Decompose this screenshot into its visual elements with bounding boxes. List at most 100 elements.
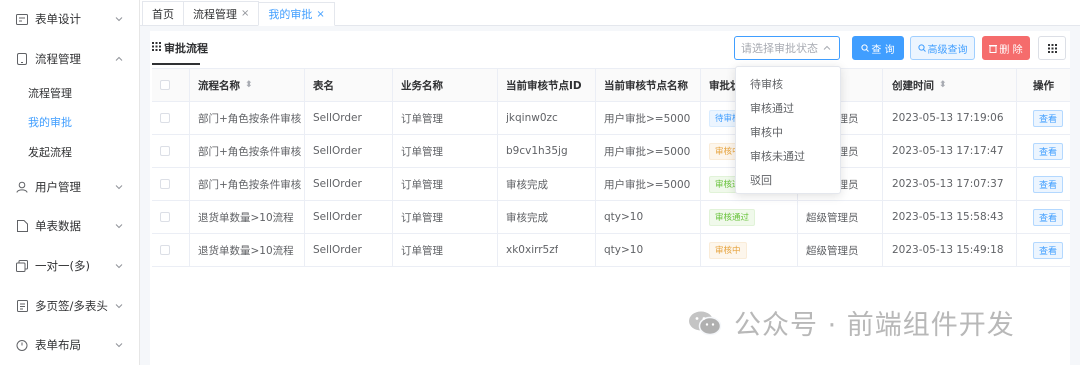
- status-select-placeholder: 请选择审批状态: [741, 42, 818, 55]
- view-button[interactable]: 查看: [1033, 208, 1063, 226]
- dropdown-option-passed[interactable]: 审核通过: [736, 96, 840, 120]
- sidebar-item-process[interactable]: 流程管理: [0, 45, 140, 73]
- cell-node-name: 用户审批>=5000: [604, 112, 691, 125]
- chevron-down-icon: [115, 304, 123, 309]
- tab-bar: 首页 流程管理 × 我的审批 ×: [140, 0, 1080, 26]
- header-label: 流程名称: [198, 79, 240, 92]
- sort-icon[interactable]: ⬍: [245, 80, 253, 90]
- sidebar-item-form-layout[interactable]: 表单布局: [0, 331, 140, 359]
- chevron-down-icon: [115, 17, 123, 22]
- watermark: 公众号 · 前端组件开发: [688, 303, 1015, 342]
- cell-table: SellOrder: [313, 244, 362, 256]
- chevron-up-icon: [115, 56, 123, 61]
- advanced-query-button[interactable]: 高级查询: [910, 36, 975, 60]
- tab-label: 我的审批: [268, 8, 313, 21]
- header-biz-name: 业务名称: [401, 79, 443, 92]
- sidebar-subitem-my-approval[interactable]: 我的审批: [0, 110, 140, 134]
- page-title-text: 审批流程: [164, 42, 208, 55]
- tab-home[interactable]: 首页: [142, 1, 184, 25]
- status-cell: 审核通过: [709, 201, 756, 233]
- search-icon: [861, 44, 870, 52]
- sidebar-item-label: 多页签/多表头: [35, 299, 108, 313]
- sidebar-subitem-start-process[interactable]: 发起流程: [0, 140, 140, 164]
- sidebar-item-multi-tab[interactable]: 多页签/多表头: [0, 292, 140, 320]
- status-cell: 审核中: [709, 234, 747, 266]
- header-label: 创建时间: [892, 79, 934, 92]
- phone-icon: [15, 52, 29, 66]
- header-node-name: 当前审核节点名称: [604, 79, 688, 92]
- status-select[interactable]: 请选择审批状态: [734, 36, 840, 60]
- row-checkbox[interactable]: [160, 168, 170, 200]
- action-cell: 查看: [1033, 168, 1063, 200]
- cell-name: 部门+角色按条件审核: [198, 178, 302, 191]
- close-icon[interactable]: ×: [241, 8, 249, 19]
- sidebar-item-single-table[interactable]: 单表数据: [0, 212, 140, 240]
- sort-icon[interactable]: ⬍: [939, 80, 947, 90]
- search-icon: [917, 44, 926, 52]
- cell-node-name: 用户审批>=5000: [604, 145, 691, 158]
- cell-node-id: xk0xirr5zf: [506, 244, 559, 256]
- tab-label: 首页: [152, 7, 174, 21]
- header-actions: 操作: [1033, 79, 1054, 92]
- cell-biz: 订单管理: [401, 112, 443, 125]
- dropdown-option-pending[interactable]: 待审核: [736, 72, 840, 96]
- delete-button[interactable]: 删 除: [982, 36, 1030, 60]
- view-button[interactable]: 查看: [1033, 109, 1063, 127]
- cell-creator: 超级管理员: [806, 211, 859, 224]
- table-row: 退货单数量>10流程 SellOrder 订单管理 xk0xirr5zf qty>10 审…: [152, 234, 1070, 267]
- table-header-row: 流程名称 ⬍ 表名 业务名称 当前审核节点ID 当前审核节点名称 审批状态 创建时…: [152, 69, 1070, 102]
- advanced-query-label: 高级查询: [927, 44, 968, 56]
- row-checkbox[interactable]: [160, 135, 170, 167]
- cell-name: 退货单数量>10流程: [198, 211, 294, 224]
- dropdown-option-returned[interactable]: 驳回: [736, 168, 840, 192]
- sidebar-item-label: 表单布局: [35, 338, 81, 352]
- sidebar: 表单设计 流程管理 流程管理 我的审批 发起流程 用户管理 单表数据 一对一(多…: [0, 0, 140, 365]
- view-button[interactable]: 查看: [1033, 241, 1063, 259]
- sidebar-item-one-to-many[interactable]: 一对一(多): [0, 252, 140, 280]
- close-icon[interactable]: ×: [316, 9, 324, 20]
- header-created-time[interactable]: 创建时间 ⬍: [892, 69, 947, 101]
- cell-created: 2023-05-13 15:58:43: [892, 211, 1004, 223]
- status-badge: 审核中: [709, 241, 747, 259]
- trash-icon: [989, 44, 998, 53]
- cell-name: 退货单数量>10流程: [198, 244, 294, 257]
- tab-label: 流程管理: [193, 7, 237, 21]
- grid-icon: [1047, 43, 1057, 53]
- status-dropdown: 待审核 审核通过 审核中 审核未通过 驳回: [735, 66, 841, 194]
- sidebar-item-users[interactable]: 用户管理: [0, 173, 140, 201]
- tab-my-approval[interactable]: 我的审批 ×: [258, 2, 335, 26]
- column-settings-button[interactable]: [1038, 36, 1066, 60]
- cell-table: SellOrder: [313, 145, 362, 157]
- query-button[interactable]: 查 询: [852, 36, 904, 60]
- table-row: 部门+角色按条件审核 SellOrder 订单管理 审核完成 用户审批>=5000 审核通…: [152, 168, 1070, 201]
- select-all-checkbox[interactable]: [160, 69, 170, 101]
- status-badge: 审核通过: [709, 208, 756, 226]
- tab-process-manage[interactable]: 流程管理 ×: [183, 1, 260, 25]
- cell-name: 部门+角色按条件审核: [198, 145, 302, 158]
- sidebar-item-form-design[interactable]: 表单设计: [0, 5, 140, 33]
- list-icon: [15, 299, 29, 313]
- cell-table: SellOrder: [313, 112, 362, 124]
- wechat-icon: [689, 311, 722, 335]
- header-process-name[interactable]: 流程名称 ⬍: [198, 69, 253, 101]
- chevron-down-icon: [115, 343, 123, 348]
- query-button-label: 查 询: [871, 44, 895, 56]
- app-root: 表单设计 流程管理 流程管理 我的审批 发起流程 用户管理 单表数据 一对一(多…: [0, 0, 1080, 365]
- sidebar-item-label: 单表数据: [35, 219, 81, 233]
- dropdown-option-rejected[interactable]: 审核未通过: [736, 144, 840, 168]
- cell-table: SellOrder: [313, 211, 362, 223]
- row-checkbox[interactable]: [160, 201, 170, 233]
- row-checkbox[interactable]: [160, 102, 170, 134]
- cell-created: 2023-05-13 15:49:18: [892, 244, 1004, 256]
- cell-node-name: qty>10: [604, 244, 644, 256]
- cell-node-id: 审核完成: [506, 211, 548, 224]
- cell-name: 部门+角色按条件审核: [198, 112, 302, 125]
- dropdown-option-in-review[interactable]: 审核中: [736, 120, 840, 144]
- view-button[interactable]: 查看: [1033, 142, 1063, 160]
- cell-node-name: qty>10: [604, 211, 644, 223]
- row-checkbox[interactable]: [160, 234, 170, 266]
- delete-button-label: 删 除: [999, 44, 1023, 56]
- table-row: 部门+角色按条件审核 SellOrder 订单管理 b9cv1h35jg 用户审批>=5…: [152, 135, 1070, 168]
- sidebar-subitem-process-manage[interactable]: 流程管理: [0, 81, 140, 105]
- view-button[interactable]: 查看: [1033, 175, 1063, 193]
